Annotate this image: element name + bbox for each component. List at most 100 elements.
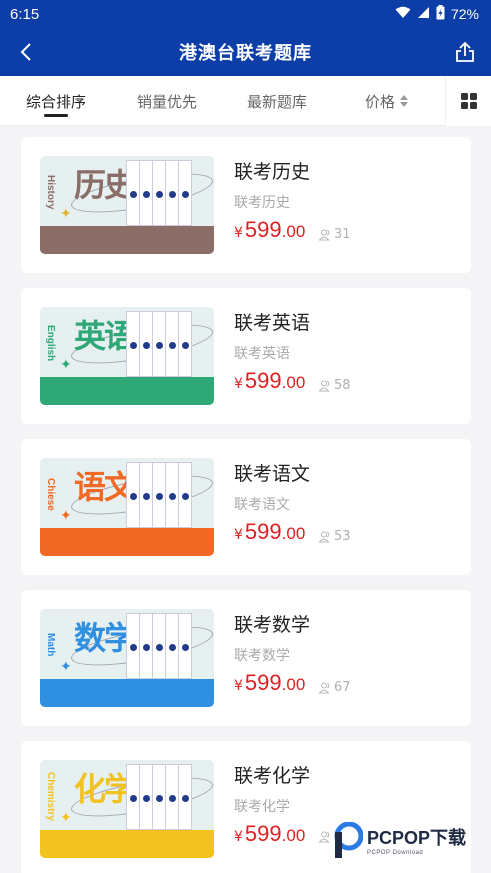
- cover-book-stack: [126, 311, 192, 377]
- product-card[interactable]: English 英语 ✦ 联考英语 联考英语 ¥ 599 .00 58: [21, 288, 471, 424]
- buyer-count-value: 53: [334, 529, 351, 544]
- product-title[interactable]: 联考化学: [234, 761, 310, 788]
- book-spine-dot: [130, 342, 137, 349]
- layout-toggle-button[interactable]: [445, 76, 491, 126]
- sort-tab-newest[interactable]: 最新题库: [247, 76, 307, 126]
- cover-book-stack: [126, 462, 192, 528]
- product-subtitle: 联考化学: [234, 799, 290, 815]
- buyer-count-value: 58: [334, 378, 351, 393]
- product-price: ¥ 599 .00: [234, 368, 305, 394]
- book-spine: [139, 613, 153, 679]
- navbar: 港澳台联考题库: [0, 28, 491, 76]
- cover-book-stack: [126, 764, 192, 830]
- cover-english-title: Math: [45, 633, 56, 657]
- product-cover-image[interactable]: History 历史 ✦: [40, 156, 214, 254]
- product-title[interactable]: 联考语文: [234, 459, 310, 486]
- book-spine: [126, 613, 140, 679]
- price-currency: ¥: [234, 376, 243, 392]
- buyer-count-value: 67: [334, 680, 351, 695]
- cover-bottom-band: [40, 226, 214, 254]
- cover-subject-title: 数学: [74, 619, 136, 657]
- price-integer: 599: [244, 368, 282, 393]
- book-spine: [165, 462, 179, 528]
- watermark: PCPOP下载 PCPOP Download: [333, 820, 466, 860]
- sort-tab-price-label: 价格: [365, 92, 396, 111]
- sparkle-icon: ✦: [60, 206, 72, 222]
- sparkle-icon: ✦: [60, 508, 72, 524]
- sparkle-icon: ✦: [60, 357, 72, 373]
- user-group-icon: [319, 380, 330, 391]
- book-spine-dot: [182, 493, 189, 500]
- book-spine-dot: [143, 493, 150, 500]
- book-spine: [152, 764, 166, 830]
- product-title[interactable]: 联考数学: [234, 610, 310, 637]
- buyer-count-value: 31: [334, 227, 351, 242]
- price-currency: ¥: [234, 225, 243, 241]
- buyer-count: 31: [319, 227, 351, 242]
- pcpop-logo-icon: [334, 822, 363, 858]
- book-spine: [152, 462, 166, 528]
- active-tab-indicator: [44, 114, 68, 117]
- battery-icon: [436, 5, 445, 23]
- product-card[interactable]: Chiese 语文 ✦ 联考语文 联考语文 ¥ 599 .00 53: [21, 439, 471, 575]
- price-integer: 599: [244, 519, 282, 544]
- app-header: 6:15 72% 港澳台联考题库: [0, 0, 491, 76]
- product-title[interactable]: 联考英语: [234, 308, 310, 335]
- product-card[interactable]: Math 数学 ✦ 联考数学 联考数学 ¥ 599 .00 67: [21, 590, 471, 726]
- cover-bottom-band: [40, 377, 214, 405]
- sort-tab-price[interactable]: 价格: [365, 76, 409, 126]
- product-subtitle: 联考历史: [234, 195, 290, 211]
- user-group-icon: [319, 531, 330, 542]
- status-bar: 6:15 72%: [0, 0, 491, 28]
- book-spine-dot: [156, 644, 163, 651]
- book-spine-dot: [130, 795, 137, 802]
- price-decimal: .00: [281, 675, 306, 694]
- book-spine-dot: [169, 795, 176, 802]
- sort-tab-comprehensive[interactable]: 综合排序: [26, 76, 86, 126]
- book-spine-dot: [143, 795, 150, 802]
- book-spine-dot: [143, 342, 150, 349]
- book-spine: [152, 311, 166, 377]
- book-spine: [178, 613, 192, 679]
- sort-tab-sales[interactable]: 销量优先: [137, 76, 197, 126]
- price-integer: 599: [244, 670, 282, 695]
- product-card[interactable]: History 历史 ✦ 联考历史 联考历史 ¥ 599 .00 31: [21, 137, 471, 273]
- cover-english-title: History: [45, 174, 56, 210]
- product-cover-image[interactable]: English 英语 ✦: [40, 307, 214, 405]
- book-spine: [165, 311, 179, 377]
- product-cover-image[interactable]: Chemistry 化学 ✦: [40, 760, 214, 858]
- book-spine: [139, 160, 153, 226]
- product-cover-image[interactable]: Math 数学 ✦: [40, 609, 214, 707]
- cover-bottom-band: [40, 679, 214, 707]
- cover-book-stack: [126, 613, 192, 679]
- share-button[interactable]: [451, 38, 479, 66]
- book-spine: [165, 764, 179, 830]
- price-integer: 599: [244, 821, 282, 846]
- watermark-tagline: PCPOP Download: [367, 850, 424, 856]
- book-spine-dot: [169, 191, 176, 198]
- price-currency: ¥: [234, 829, 243, 845]
- book-spine-dot: [143, 644, 150, 651]
- watermark-name: PCPOP下载: [367, 828, 467, 848]
- book-spine-dot: [169, 342, 176, 349]
- battery-percent: 72%: [450, 6, 479, 22]
- user-group-icon: [319, 229, 330, 240]
- book-spine: [178, 764, 192, 830]
- buyer-count: [319, 831, 334, 843]
- back-button[interactable]: [12, 38, 40, 66]
- price-decimal: .00: [281, 524, 306, 543]
- price-decimal: .00: [281, 373, 306, 392]
- product-subtitle: 联考语文: [234, 497, 290, 513]
- book-spine-dot: [169, 493, 176, 500]
- price-decimal: .00: [281, 826, 306, 845]
- chevron-left-icon: [20, 43, 31, 61]
- book-spine-dot: [130, 493, 137, 500]
- book-spine: [152, 613, 166, 679]
- product-cover-image[interactable]: Chiese 语文 ✦: [40, 458, 214, 556]
- book-spine-dot: [156, 493, 163, 500]
- cover-book-stack: [126, 160, 192, 226]
- buyer-count: 58: [319, 378, 351, 393]
- book-spine: [139, 462, 153, 528]
- book-spine-dot: [156, 191, 163, 198]
- product-title[interactable]: 联考历史: [234, 157, 310, 184]
